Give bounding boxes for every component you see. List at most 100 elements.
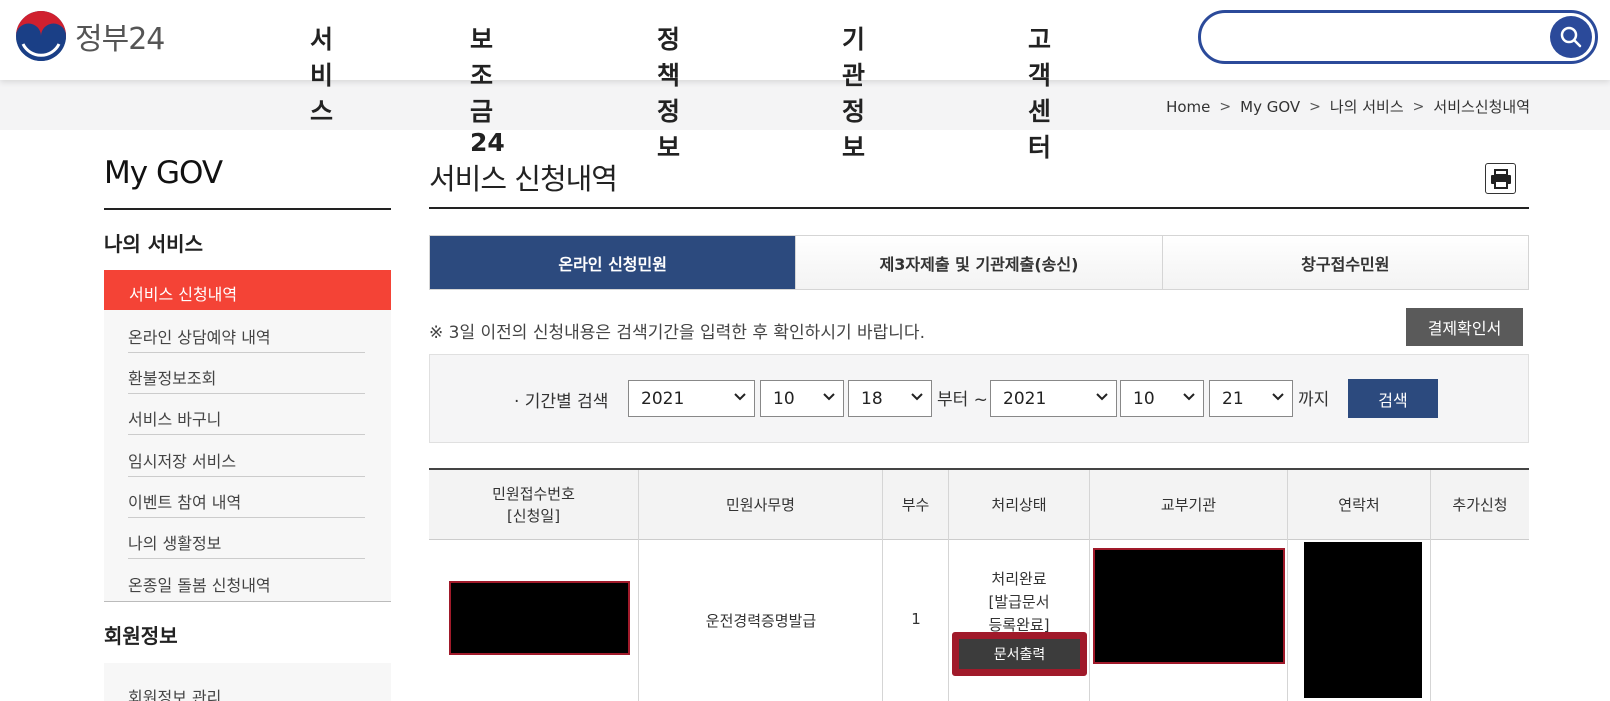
sidebar-section-my-service: 나의 서비스	[104, 232, 203, 256]
tab-bar: 온라인 신청민원 제3자제출 및 기관제출(송신) 창구접수민원	[429, 235, 1529, 290]
col-extra-apply-label: 추가신청	[1452, 496, 1508, 514]
search-button[interactable]	[1550, 16, 1592, 58]
chevron-down-icon	[1096, 393, 1108, 401]
breadcrumb-mygov[interactable]: My GOV	[1240, 98, 1300, 116]
to-year-value: 2021	[1003, 389, 1047, 409]
col-copies: 부수	[882, 470, 948, 540]
page-title: 서비스 신청내역	[429, 162, 618, 196]
sidebar-item-consult-reservation[interactable]: 온라인 상담예약 내역	[128, 312, 365, 353]
printer-icon	[1490, 168, 1511, 189]
from-day-select[interactable]: 18	[848, 380, 932, 417]
col-apply-date-label: [신청일]	[506, 507, 561, 525]
cell-receipt-number	[429, 540, 638, 701]
nav-subsidy24[interactable]: 보조금24	[470, 20, 505, 157]
document-print-button[interactable]: 문서출력	[952, 632, 1087, 676]
to-month-select[interactable]: 10	[1120, 380, 1204, 417]
copies-value: 1	[911, 610, 921, 628]
sidebar-title: My GOV	[104, 155, 223, 191]
cell-copies: 1	[882, 540, 948, 701]
col-issuing-agency-label: 교부기관	[1160, 496, 1217, 514]
sidebar-section-member-info: 회원정보	[104, 624, 178, 648]
col-copies-label: 부수	[901, 496, 930, 514]
chevron-down-icon	[1183, 393, 1195, 401]
page: 정부24 서비스 보조금24 정책정보 기관정보 고객센터 Home > My …	[0, 0, 1610, 701]
col-status: 처리상태	[948, 470, 1089, 540]
from-word: 부터 ~	[937, 390, 988, 410]
breadcrumb-current[interactable]: 서비스신청내역	[1433, 96, 1530, 117]
chevron-down-icon	[911, 393, 923, 401]
col-extra-apply: 추가신청	[1430, 470, 1529, 540]
breadcrumb-bar: Home > My GOV > 나의 서비스 > 서비스신청내역	[0, 80, 1610, 130]
to-year-select[interactable]: 2021	[990, 380, 1117, 417]
period-search-button[interactable]: 검색	[1348, 379, 1438, 418]
to-word: 까지	[1298, 390, 1330, 410]
nav-agency-info[interactable]: 기관정보	[842, 20, 865, 164]
print-button[interactable]	[1485, 163, 1516, 194]
to-day-value: 21	[1222, 389, 1244, 409]
sidebar-item-care-history[interactable]: 온종일 돌봄 신청내역	[128, 560, 365, 601]
service-name: 운전경력증명발급	[705, 612, 817, 630]
table-row: 운전경력증명발급 1 처리완료 [발급문서 등록완료] 문서출력	[429, 540, 1529, 701]
title-divider	[429, 207, 1529, 209]
sidebar-item-life-info[interactable]: 나의 생활정보	[128, 518, 365, 559]
from-day-value: 18	[861, 389, 883, 409]
filter-label: · 기간별 검색	[514, 392, 609, 412]
sidebar-item-event-history[interactable]: 이벤트 참여 내역	[128, 477, 365, 518]
status-text: 처리완료 [발급문서 등록완료]	[949, 568, 1089, 637]
col-receipt-number-label: 민원접수번호	[492, 485, 575, 503]
breadcrumb-home[interactable]: Home	[1166, 98, 1210, 116]
nav-customer-center[interactable]: 고객센터	[1028, 20, 1051, 164]
chevron-down-icon	[734, 393, 746, 401]
cell-contact	[1287, 540, 1430, 701]
logo[interactable]: 정부24	[15, 10, 165, 62]
redacted-receipt-number	[449, 581, 630, 655]
chevron-right-icon: >	[1219, 98, 1232, 115]
cell-status: 처리완료 [발급문서 등록완료] 문서출력	[948, 540, 1089, 701]
cell-service-name: 운전경력증명발급	[638, 540, 882, 701]
tab-counter-application[interactable]: 창구접수민원	[1161, 236, 1528, 289]
to-month-value: 10	[1133, 389, 1155, 409]
chevron-right-icon: >	[1412, 98, 1425, 115]
document-print-label: 문서출력	[959, 639, 1080, 669]
col-contact-label: 연락처	[1338, 496, 1380, 514]
status-line-1: 처리완료	[991, 570, 1047, 588]
taeguk-logo-icon	[16, 11, 66, 61]
from-year-value: 2021	[641, 389, 685, 409]
col-service-name: 민원사무명	[638, 470, 882, 540]
sidebar-divider	[104, 208, 391, 210]
nav-services[interactable]: 서비스	[310, 20, 333, 128]
payment-receipt-button[interactable]: 결제확인서	[1406, 308, 1523, 346]
chevron-down-icon	[1272, 393, 1284, 401]
col-contact: 연락처	[1287, 470, 1430, 540]
redacted-issuing-agency	[1093, 548, 1285, 664]
chevron-right-icon: >	[1309, 98, 1321, 115]
table-header: 민원접수번호 [신청일] 민원사무명 부수 처리상태 교부기관 연락처 추가신청	[429, 470, 1529, 540]
site-header: 정부24 서비스 보조금24 정책정보 기관정보 고객센터	[0, 0, 1610, 162]
col-service-name-label: 민원사무명	[725, 496, 795, 514]
breadcrumb: Home > My GOV > 나의 서비스 > 서비스신청내역	[1166, 96, 1530, 117]
sidebar-item-service-basket[interactable]: 서비스 바구니	[128, 394, 365, 435]
redacted-contact	[1304, 542, 1422, 698]
cell-extra-apply	[1430, 540, 1529, 701]
from-month-value: 10	[773, 389, 795, 409]
from-year-select[interactable]: 2021	[628, 380, 755, 417]
tab-third-party-submission[interactable]: 제3자제출 및 기관제출(송신)	[795, 236, 1162, 289]
search-notice: ※ 3일 이전의 신청내용은 검색기간을 입력한 후 확인하시기 바랍니다.	[429, 323, 925, 343]
col-receipt-number: 민원접수번호 [신청일]	[429, 470, 638, 540]
sidebar-item-member-manage[interactable]: 회원정보 관리	[128, 672, 365, 701]
col-issuing-agency: 교부기관	[1089, 470, 1287, 540]
sidebar-item-temp-saved[interactable]: 임시저장 서비스	[128, 436, 365, 477]
search-icon	[1560, 26, 1582, 48]
sidebar-item-service-history[interactable]: 서비스 신청내역	[104, 270, 391, 310]
sidebar-item-refund-info[interactable]: 환불정보조회	[128, 353, 365, 394]
to-day-select[interactable]: 21	[1209, 380, 1293, 417]
status-line-2: [발급문서	[988, 593, 1050, 611]
from-month-select[interactable]: 10	[760, 380, 844, 417]
period-filter: · 기간별 검색 2021 10 18 부터 ~ 2021 10 21 까지 검…	[429, 354, 1529, 443]
search-box	[1198, 10, 1598, 64]
cell-issuing-agency	[1089, 540, 1287, 701]
tab-online-application[interactable]: 온라인 신청민원	[430, 236, 796, 289]
breadcrumb-my-service[interactable]: 나의 서비스	[1330, 96, 1404, 117]
search-input[interactable]	[1221, 23, 1521, 51]
nav-policy-info[interactable]: 정책정보	[657, 20, 680, 164]
